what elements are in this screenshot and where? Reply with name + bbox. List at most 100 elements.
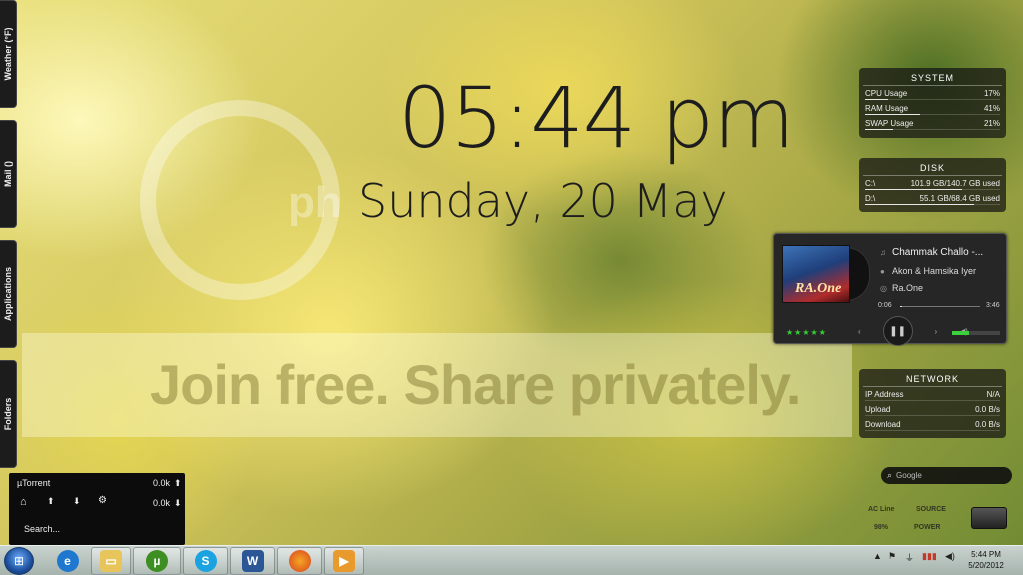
track-artist-row: ● Akon & Hamsika Iyer [880,266,976,276]
taskbar-firefox[interactable] [277,547,322,575]
start-button[interactable]: ⊞ [4,547,34,575]
watermark-logo-text: ph [288,178,342,227]
system-row-ram: RAM Usage 41% [863,101,1002,116]
progress-fill [900,306,903,307]
side-tab-applications-label: Applications [3,266,13,322]
utorrent-up-rate: 0.0k [153,478,171,488]
ram-usage-bar [865,114,921,115]
folder-icon: ▭ [100,550,122,572]
track-title-row: ♫ Chammak Challo -... [880,247,983,258]
network-row-value: 0.0 B/s [975,420,1000,429]
track-title: Chammak Challo -... [892,247,984,258]
skype-icon: S [194,550,217,572]
side-tab-applications[interactable]: Applications [0,240,17,348]
power-plug-icon[interactable]: ⏚ [905,551,914,564]
network-signal-icon[interactable]: ▮▮▮ [922,551,937,562]
utorrent-widget: µTorrent 0.0k ⬆ ⌂ ⬆ ⬇ ⚙ 0.0k ⬇ Search... [9,473,185,545]
power-label: POWER [914,524,941,531]
internet-explorer-icon: e [56,550,79,572]
taskbar-media-player[interactable]: ▶ [324,547,364,575]
up-rate-icon: ⬆ [174,478,182,488]
disc-icon: ◎ [880,283,887,293]
source-label: SOURCE [916,506,946,513]
progress-bar[interactable] [900,306,980,307]
volume-speaker-icon[interactable]: ◀) [945,551,955,562]
rating-star-icon[interactable]: ★ [786,328,794,337]
elapsed-time: 0:06 [878,302,892,309]
system-row-value: 41% [983,104,1000,113]
word-icon: W [241,550,264,572]
side-tab-mail[interactable]: Mail () [0,120,17,228]
taskbar-utorrent[interactable]: µ [133,547,181,575]
windows-logo-icon: ⊞ [13,554,25,568]
rating-star-icon[interactable]: ★ [811,328,819,337]
taskbar-clock-time: 5:44 PM [971,550,1001,559]
side-tab-weather-label: Weather (°F) [3,27,13,81]
cpu-usage-bar [865,99,888,100]
volume-slider[interactable] [952,331,1000,335]
rating-star-icon[interactable]: ★ [802,328,810,337]
ac-line-label: AC Line [868,506,895,513]
network-row-ip: IP Address N/A [863,387,1002,402]
network-row-label: IP Address [865,390,904,399]
download-icon[interactable]: ⬇ [73,496,81,507]
show-hidden-icons-icon[interactable]: ▲ [873,551,882,561]
taskbar-skype[interactable]: S [183,547,228,575]
utorrent-down-rate: 0.0k [153,498,171,508]
system-row-label: CPU Usage [865,89,908,98]
network-row-label: Download [865,420,901,429]
side-tab-folders[interactable]: Folders [0,360,17,468]
duration-time: 3:46 [986,302,1000,309]
home-icon[interactable]: ⌂ [20,496,27,508]
previous-icon[interactable]: ‹ [858,327,861,336]
system-panel: SYSTEM CPU Usage 17% RAM Usage 41% SWAP … [859,68,1006,138]
clock-time: 05:44 pm [398,69,795,167]
disk-row-d: D:\ 55.1 GB/68.4 GB used [863,191,1002,206]
settings-gear-icon[interactable]: ⚙ [98,495,107,506]
google-search-input[interactable]: ⌕ Google [881,467,1012,484]
side-tab-weather[interactable]: Weather (°F) [0,0,17,108]
rating-stars[interactable]: ★★★★★ [786,328,827,337]
taskbar-windows-explorer[interactable]: ▭ [91,547,131,575]
taskbar: ⊞ e ▭ µ S W ▶ [0,545,1023,575]
network-row-value: 0.0 B/s [975,405,1000,414]
album-cover: RA.One [782,245,850,303]
network-row-upload: Upload 0.0 B/s [863,402,1002,417]
system-row-label: SWAP Usage [865,119,914,128]
system-row-swap: SWAP Usage 21% [863,116,1002,131]
network-row-value: N/A [986,390,1000,399]
utorrent-search[interactable]: Search... [24,524,60,534]
side-tab-mail-label: Mail () [3,161,13,187]
music-note-icon: ♫ [880,248,886,257]
system-panel-title: SYSTEM [863,68,1002,86]
taskbar-clock-date: 5/20/2012 [968,561,1004,570]
watermark-text: Join free. Share privately. [150,353,801,416]
firefox-icon [288,550,311,572]
media-player-icon: ▶ [333,550,355,572]
utorrent-title: µTorrent [17,478,51,488]
system-row-label: RAM Usage [865,104,909,113]
desktop-button[interactable] [971,507,1007,529]
system-row-cpu: CPU Usage 17% [863,86,1002,101]
taskbar-word[interactable]: W [230,547,275,575]
side-tab-folders-label: Folders [3,397,13,431]
search-placeholder: Google [896,471,922,480]
battery-percent: 98% [874,524,889,531]
action-center-flag-icon[interactable]: ⚑ [888,551,896,562]
volume-fill [952,331,969,335]
disk-c-bar [865,189,963,190]
disk-row-c: C:\ 101.9 GB/140.7 GB used [863,176,1002,191]
clock-date: Sunday, 20 May [358,174,728,228]
network-row-download: Download 0.0 B/s [863,417,1002,432]
media-player: RA.One ♫ Chammak Challo -... ● Akon & Ha… [773,233,1007,346]
network-row-label: Upload [865,405,891,414]
upload-icon[interactable]: ⬆ [47,496,55,507]
down-rate-icon: ⬇ [174,498,182,508]
rating-star-icon[interactable]: ★ [819,328,827,337]
taskbar-clock[interactable]: 5:44 PM 5/20/2012 [962,549,1010,571]
disk-panel-title: DISK [863,158,1002,176]
taskbar-internet-explorer[interactable]: e [40,547,95,575]
next-icon[interactable]: › [935,327,938,336]
disk-row-label: C:\ [865,179,876,188]
pause-button[interactable]: ❚❚ [882,316,913,346]
